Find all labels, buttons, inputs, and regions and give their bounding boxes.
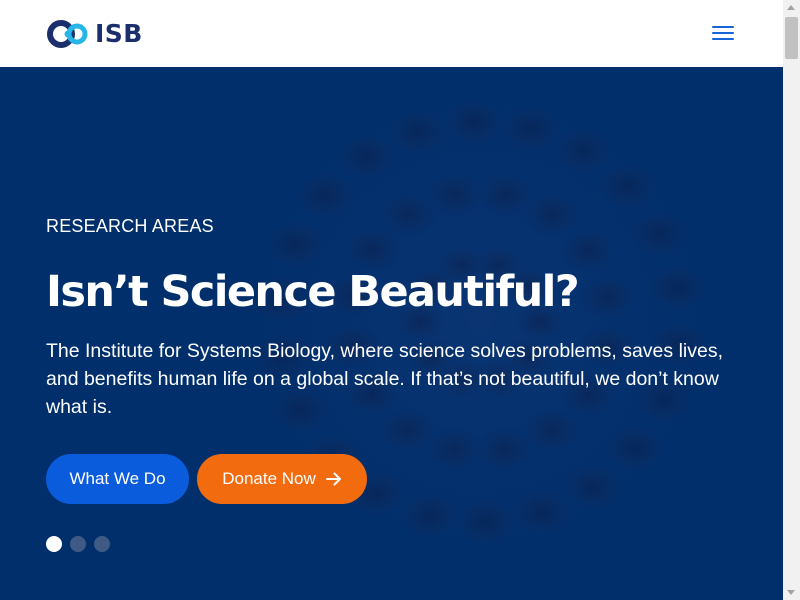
hero-eyebrow: RESEARCH AREAS <box>46 216 214 236</box>
background-petal <box>577 273 638 322</box>
viewport: ISB RESEARCH AREAS Isn’t Science Beautif… <box>0 0 783 600</box>
carousel-dot-2[interactable] <box>70 536 86 552</box>
vertical-scrollbar[interactable] <box>783 0 800 600</box>
arrow-right-icon <box>325 472 341 486</box>
page: ISB RESEARCH AREAS Isn’t Science Beautif… <box>0 0 800 600</box>
hero-title: Isn’t Science Beautiful? <box>46 267 580 317</box>
background-petal <box>384 104 453 159</box>
site-logo[interactable]: ISB <box>46 18 143 50</box>
what-we-do-button[interactable]: What We Do <box>46 454 189 504</box>
donate-now-label: Donate Now <box>222 469 316 488</box>
scrollbar-thumb[interactable] <box>785 17 798 59</box>
scroll-down-arrow-icon[interactable] <box>787 590 795 595</box>
site-header: ISB <box>0 0 783 67</box>
background-petal <box>507 485 576 540</box>
background-petal <box>593 159 662 214</box>
logo-text: ISB <box>95 19 143 48</box>
isb-logo-icon <box>47 20 88 48</box>
hero-description: The Institute for Systems Biology, where… <box>46 340 723 418</box>
hero-section: RESEARCH AREAS Isn’t Science Beautiful? … <box>0 67 783 600</box>
background-petal <box>625 206 694 261</box>
carousel-dot-1[interactable] <box>46 536 62 552</box>
what-we-do-label: What We Do <box>69 469 166 488</box>
background-petal <box>643 260 712 316</box>
carousel-dots <box>46 536 110 552</box>
carousel-dot-3[interactable] <box>94 536 110 552</box>
hamburger-menu-icon[interactable] <box>706 20 740 46</box>
donate-now-button[interactable]: Donate Now <box>197 454 367 504</box>
scroll-up-arrow-icon[interactable] <box>787 5 795 10</box>
radiolarian-background-image <box>225 67 735 577</box>
